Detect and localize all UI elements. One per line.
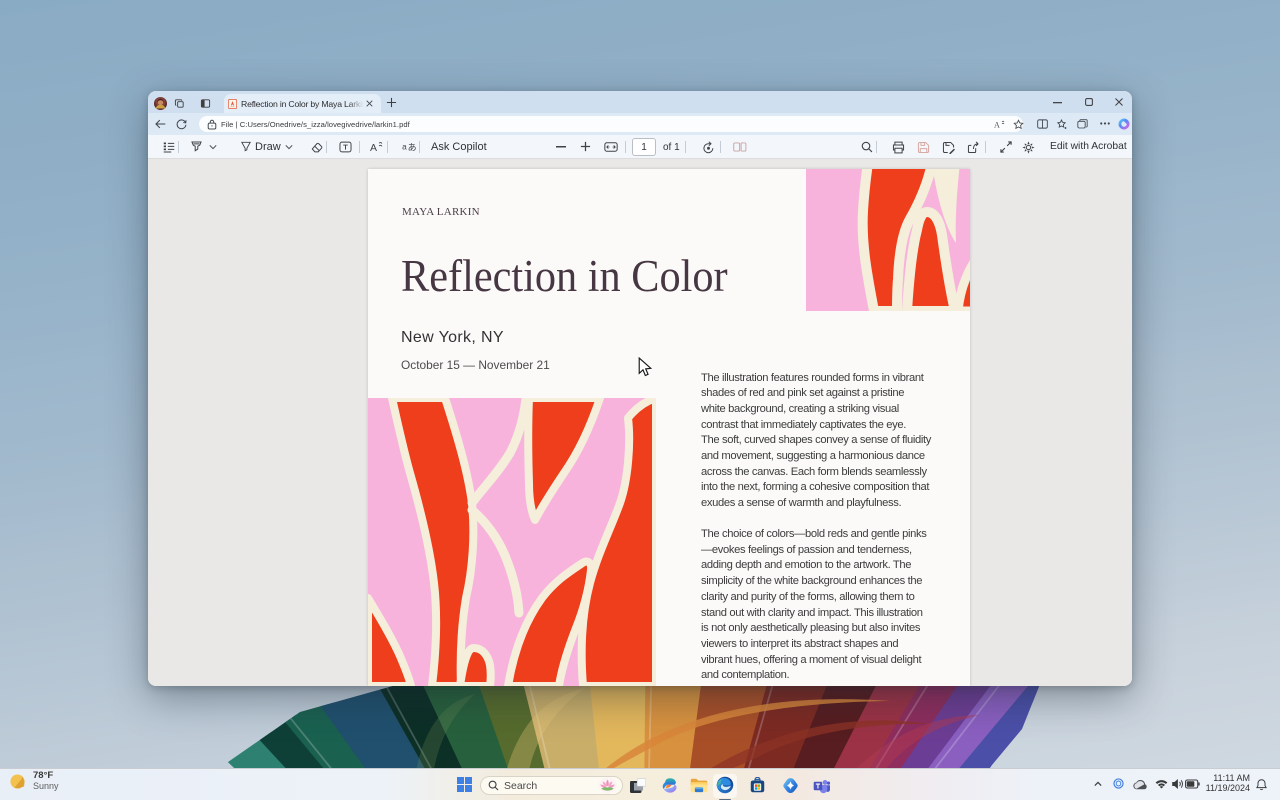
svg-text:A: A (994, 120, 1000, 129)
svg-text:a: a (402, 142, 407, 151)
svg-text:あ: あ (408, 143, 416, 152)
svg-text:A: A (370, 141, 377, 152)
